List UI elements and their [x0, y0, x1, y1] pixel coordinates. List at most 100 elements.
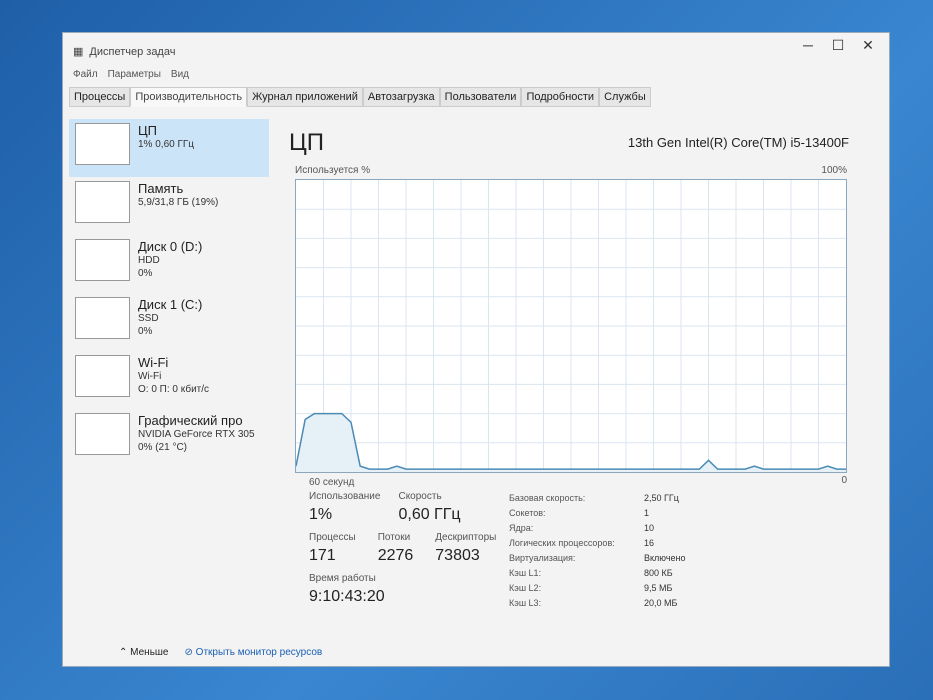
fewer-details-button[interactable]: ⌃ Меньше: [119, 647, 169, 658]
stats: Использование 1% Скорость 0,60 ГГц Процесс…: [309, 491, 496, 606]
sidebar-item-line2: 0%: [138, 326, 153, 337]
handles-label: Дескрипторы: [435, 532, 497, 543]
spec-label: Кэш L3:: [509, 598, 542, 608]
sidebar-item-line1: Wi-Fi: [138, 371, 162, 382]
sidebar-thumbnail-graph: [75, 297, 130, 339]
minimize-button[interactable]: ─: [793, 37, 823, 53]
threads-label: Потоки: [377, 532, 411, 543]
sidebar-item[interactable]: Память 5,9/31,8 ГБ (19%): [69, 177, 269, 235]
sidebar-item-line1: HDD: [138, 255, 160, 266]
sidebar-item[interactable]: Диск 1 (C:) SSD 0%: [69, 293, 269, 351]
sidebar-item[interactable]: Wi-Fi Wi-Fi О: 0 П: 0 кбит/с: [69, 351, 269, 409]
cpu-model: 13th Gen Intel(R) Core(TM) i5-13400F: [627, 135, 849, 150]
sidebar-item[interactable]: ЦП 1% 0,60 ГГц: [69, 119, 269, 177]
spec-value: 20,0 МБ: [644, 598, 678, 608]
usage-label: Используется %: [295, 165, 371, 176]
menu-file[interactable]: Файл: [73, 69, 98, 80]
spec-value: 1: [644, 508, 650, 518]
tab-details[interactable]: Подробности: [521, 87, 600, 107]
uptime-value: 9:10:43:20: [309, 588, 385, 605]
spec-row: Кэш L2: 9,5 МБ: [509, 581, 686, 596]
spec-label: Виртуализация:: [509, 553, 576, 563]
sidebar-item-name: Диск 0 (D:): [138, 239, 203, 254]
cpu-specs: Базовая скорость: 2,50 ГГц Сокетов: 1 Ядра: 1…: [509, 491, 686, 611]
tab-services[interactable]: Службы: [599, 87, 651, 107]
spec-label: Сокетов:: [509, 508, 546, 518]
resource-monitor-icon: ⊘: [184, 647, 193, 658]
sidebar-thumbnail-graph: [75, 355, 130, 397]
sidebar-item-line1: NVIDIA GeForce RTX 305: [138, 429, 255, 440]
open-resource-monitor-link[interactable]: ⊘ Открыть монитор ресурсов: [185, 647, 323, 658]
speed-stat-label: Скорость: [398, 491, 442, 502]
fewer-details-label: Меньше: [130, 647, 169, 658]
cpu-usage-graph: [295, 179, 847, 473]
tab-processes[interactable]: Процессы: [69, 87, 131, 107]
usage-stat-label: Использование: [309, 491, 381, 502]
processes-value: 171: [309, 547, 336, 564]
speed-stat: 0,60 ГГц: [398, 506, 461, 523]
sidebar-thumbnail-graph: [75, 239, 130, 281]
resource-sidebar: ЦП 1% 0,60 ГГц Память 5,9/31,8 ГБ (19%) …: [69, 119, 269, 467]
spec-value: 800 КБ: [644, 568, 673, 578]
spec-row: Логических процессоров: 16: [509, 536, 686, 551]
tab-performance[interactable]: Производительность: [130, 87, 248, 107]
sidebar-item-name: Wi-Fi: [138, 355, 169, 370]
resource-monitor-label: Открыть монитор ресурсов: [195, 647, 323, 658]
spec-value: 9,5 МБ: [644, 583, 673, 593]
max-label: 100%: [821, 165, 847, 176]
sidebar-item[interactable]: Графический про NVIDIA GeForce RTX 305 0…: [69, 409, 269, 467]
spec-row: Кэш L3: 20,0 МБ: [509, 596, 686, 611]
spec-label: Кэш L1:: [509, 568, 542, 578]
spec-label: Кэш L2:: [509, 583, 542, 593]
sidebar-item-name: Графический про: [138, 413, 243, 428]
threads-value: 2276: [377, 547, 414, 564]
sidebar-thumbnail-graph: [75, 413, 130, 455]
window-title: Диспетчер задач: [89, 45, 176, 58]
spec-value: 16: [644, 538, 655, 548]
spec-label: Логических процессоров:: [509, 538, 615, 548]
app-icon: ▦: [73, 46, 84, 58]
spec-label: Ядра:: [509, 523, 534, 533]
tab-users[interactable]: Пользователи: [439, 87, 522, 107]
spec-row: Кэш L1: 800 КБ: [509, 566, 686, 581]
sidebar-item-line1: 5,9/31,8 ГБ (19%): [138, 197, 219, 208]
footer: ⌃ Меньше ⊘ Открыть монитор ресурсов: [119, 647, 322, 658]
menu-bar: Файл Параметры Вид: [73, 69, 189, 80]
sidebar-item-line2: О: 0 П: 0 кбит/с: [138, 384, 210, 395]
sidebar-item-line2: 0% (21 °C): [138, 442, 188, 453]
spec-row: Базовая скорость: 2,50 ГГц: [509, 491, 686, 506]
spec-label: Базовая скорость:: [509, 493, 586, 503]
uptime-label: Время работы: [309, 573, 376, 584]
close-button[interactable]: ✕: [853, 37, 883, 54]
usage-stat: 1%: [309, 506, 333, 523]
menu-options[interactable]: Параметры: [108, 69, 161, 80]
sidebar-item[interactable]: Диск 0 (D:) HDD 0%: [69, 235, 269, 293]
tab-startup[interactable]: Автозагрузка: [362, 87, 440, 107]
title-bar: ▦ Диспетчер задач: [73, 45, 176, 59]
sidebar-thumbnail-graph: [75, 181, 130, 223]
tab-bar: Процессы Производительность Журнал прило…: [69, 87, 651, 107]
spec-value: 10: [644, 523, 655, 533]
sidebar-thumbnail-graph: [75, 123, 130, 165]
processes-label: Процессы: [309, 532, 356, 543]
menu-view[interactable]: Вид: [171, 69, 189, 80]
spec-row: Ядра: 10: [509, 521, 686, 536]
time-label: 60 секунд: [309, 477, 355, 488]
spec-value: 2,50 ГГц: [644, 493, 679, 503]
min-label: 0: [841, 475, 847, 486]
cpu-panel: ЦП 13th Gen Intel(R) Core(TM) i5-13400F …: [289, 129, 869, 608]
spec-row: Сокетов: 1: [509, 506, 686, 521]
chevron-up-icon: ⌃: [119, 647, 128, 658]
sidebar-item-name: ЦП: [138, 123, 157, 138]
handles-value: 73803: [435, 547, 480, 564]
sidebar-item-line1: SSD: [138, 313, 159, 324]
task-manager-window: ▦ Диспетчер задач ─ ☐ ✕ Файл Параметры Ви…: [62, 32, 890, 667]
sidebar-item-line2: 0%: [138, 268, 153, 279]
maximize-button[interactable]: ☐: [823, 37, 853, 54]
spec-value: Включено: [644, 553, 686, 563]
tab-app-history[interactable]: Журнал приложений: [247, 87, 363, 107]
spec-row: Виртуализация: Включено: [509, 551, 686, 566]
sidebar-item-name: Диск 1 (C:): [138, 297, 203, 312]
sidebar-item-name: Память: [138, 181, 184, 196]
sidebar-item-line1: 1% 0,60 ГГц: [138, 139, 195, 150]
